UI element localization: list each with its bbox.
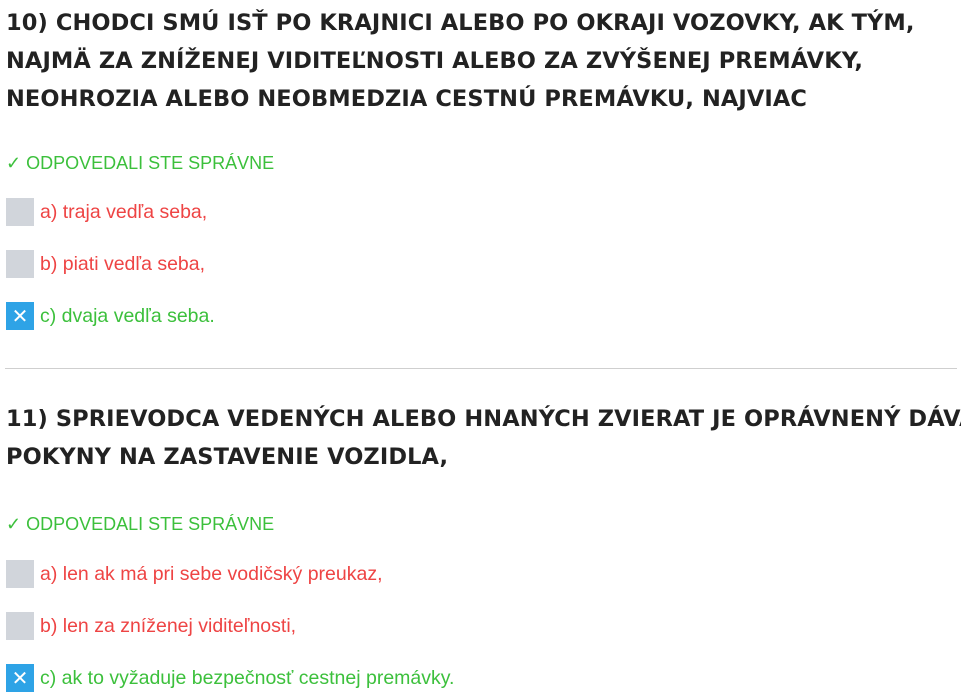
question-title-line: 11) SPRIEVODCA VEDENÝCH ALEBO HNANÝCH ZV… xyxy=(6,406,961,432)
answer-option-b[interactable]: b) len za zníženej viditeľnosti, xyxy=(6,612,296,640)
answer-text: b) len za zníženej viditeľnosti, xyxy=(40,614,297,637)
answer-text: c) ak to vyžaduje bezpečnosť cestnej pre… xyxy=(40,666,455,689)
question-title: 10) CHODCI SMÚ ISŤ PO KRAJNICI ALEBO PO … xyxy=(6,4,915,118)
question-title-line: POKYNY NA ZASTAVENIE VOZIDLA, xyxy=(6,444,449,470)
answer-text: c) dvaja vedľa seba. xyxy=(40,304,215,327)
question-title-line: NEOHROZIA ALEBO NEOBMEDZIA CESTNÚ PREMÁV… xyxy=(6,86,807,112)
question-title: 11) SPRIEVODCA VEDENÝCH ALEBO HNANÝCH ZV… xyxy=(6,400,961,476)
question-title-line: 10) CHODCI SMÚ ISŤ PO KRAJNICI ALEBO PO … xyxy=(6,10,915,36)
correct-answer-feedback: ✓ ODPOVEDALI STE SPRÁVNE xyxy=(6,514,275,534)
x-mark-icon: ✕ xyxy=(11,666,29,690)
answer-checkbox[interactable] xyxy=(6,250,34,278)
answer-checkbox[interactable] xyxy=(6,612,34,640)
answer-option-b[interactable]: b) piati vedľa seba, xyxy=(6,250,205,278)
answer-text: b) piati vedľa seba, xyxy=(40,252,206,275)
answer-option-c[interactable]: ✕ c) dvaja vedľa seba. xyxy=(6,302,215,330)
answer-checkbox-checked[interactable]: ✕ xyxy=(6,664,34,692)
correct-answer-feedback: ✓ ODPOVEDALI STE SPRÁVNE xyxy=(6,153,275,173)
answer-text: a) len ak má pri sebe vodičský preukaz, xyxy=(40,562,383,585)
question-divider xyxy=(5,368,957,369)
question-title-line: NAJMÄ ZA ZNÍŽENEJ VIDITEĽNOSTI ALEBO ZA … xyxy=(6,48,864,74)
x-mark-icon: ✕ xyxy=(11,304,29,328)
answer-option-c[interactable]: ✕ c) ak to vyžaduje bezpečnosť cestnej p… xyxy=(6,664,454,692)
answer-option-a[interactable]: a) len ak má pri sebe vodičský preukaz, xyxy=(6,560,383,588)
answer-text: a) traja vedľa seba, xyxy=(40,200,208,223)
answer-checkbox-checked[interactable]: ✕ xyxy=(6,302,34,330)
answer-option-a[interactable]: a) traja vedľa seba, xyxy=(6,198,207,226)
answer-checkbox[interactable] xyxy=(6,560,34,588)
answer-checkbox[interactable] xyxy=(6,198,34,226)
